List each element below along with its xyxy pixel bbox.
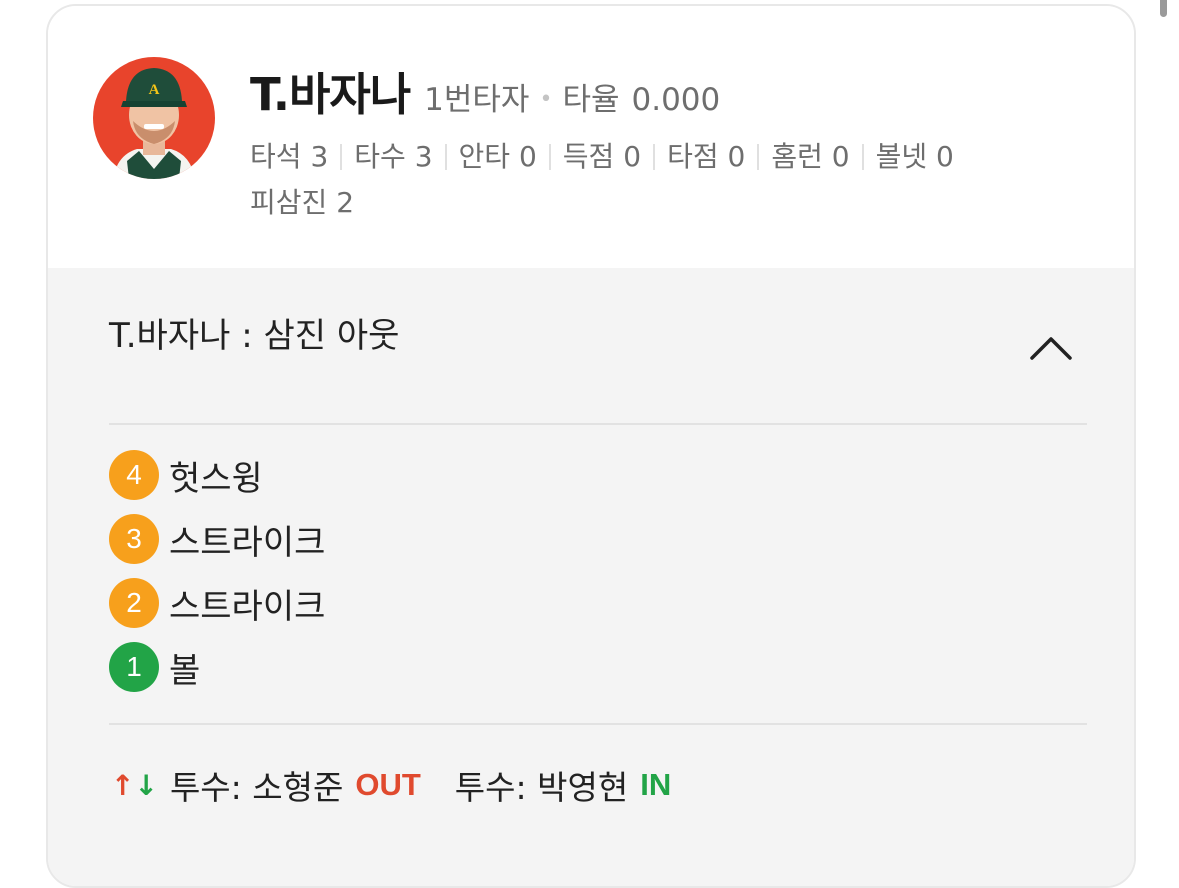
stat-runs: 득점 0 [562,140,642,173]
in-tag: IN [640,767,672,802]
player-name-line: T.바자나 1번타자 • 타율 0.000 [250,58,721,121]
pitch-item: 2 스트라이크 [109,571,325,635]
pitch-result: 스트라이크 [169,522,326,563]
separator-dot: • [539,87,553,112]
svg-text:A: A [149,82,160,98]
incoming-pitcher: 투수: 박영현 [454,768,629,807]
pitch-result: 스트라이크 [169,586,326,627]
pitch-result: 볼 [169,650,201,691]
pitch-number-badge: 4 [109,450,159,500]
stat-at-bats: 타수 3 [354,140,433,173]
chevron-up-icon [1030,337,1072,360]
pitcher-substitution: ↑↓ 투수: 소형준 OUT 투수: 박영현 IN [111,760,671,810]
pitch-number-badge: 2 [109,578,159,628]
pitch-number-badge: 1 [109,642,159,692]
batting-order: 1번타자 [424,82,530,118]
divider [109,723,1087,725]
stat-divider [653,144,656,170]
at-bat-result: T.바자나 : 삼진 아웃 [109,316,400,356]
at-bat-detail: T.바자나 : 삼진 아웃 4 헛스윙 3 스트라이크 2 스트라이크 1 볼 [48,268,1134,886]
outgoing-pitcher: 투수: 소형준 [169,768,344,807]
swap-arrows-icon: ↑↓ [111,768,158,802]
player-card: A T.바자나 1번타자 • 타율 0.000 타석 3 타수 3 안타 0 득점 0… [46,4,1136,888]
pitch-result: 헛스윙 [169,458,263,499]
player-stats: 타석 3 타수 3 안타 0 득점 0 타점 0 홈런 0 볼넷 0 피삼진 2 [250,134,1090,226]
pitch-item: 1 볼 [109,635,325,699]
batting-average-value: 0.000 [631,82,721,118]
collapse-button[interactable] [1026,328,1076,364]
divider [109,423,1087,425]
pitch-number-badge: 3 [109,514,159,564]
stat-divider [444,144,447,170]
stat-divider [861,144,864,170]
pitch-item: 3 스트라이크 [109,507,325,571]
stat-divider [757,144,760,170]
player-name[interactable]: T.바자나 [250,58,411,123]
stat-strikeouts: 피삼진 2 [250,186,355,219]
stat-divider [548,144,551,170]
stat-rbi: 타점 0 [667,140,746,173]
batting-average-label: 타율 [562,82,620,118]
stat-walks: 볼넷 0 [875,140,954,173]
out-tag: OUT [355,767,421,802]
player-photo: A [93,57,215,179]
player-avatar: A [93,57,215,179]
stat-hits: 안타 0 [458,140,537,173]
stat-plate-appearances: 타석 3 [250,140,329,173]
pitch-item: 4 헛스윙 [109,443,325,507]
player-header: A T.바자나 1번타자 • 타율 0.000 타석 3 타수 3 안타 0 득점 0… [48,6,1134,268]
scrollbar-thumb[interactable] [1160,0,1167,17]
stat-divider [340,144,343,170]
stat-home-runs: 홈런 0 [771,140,850,173]
pitch-list: 4 헛스윙 3 스트라이크 2 스트라이크 1 볼 [109,443,325,699]
